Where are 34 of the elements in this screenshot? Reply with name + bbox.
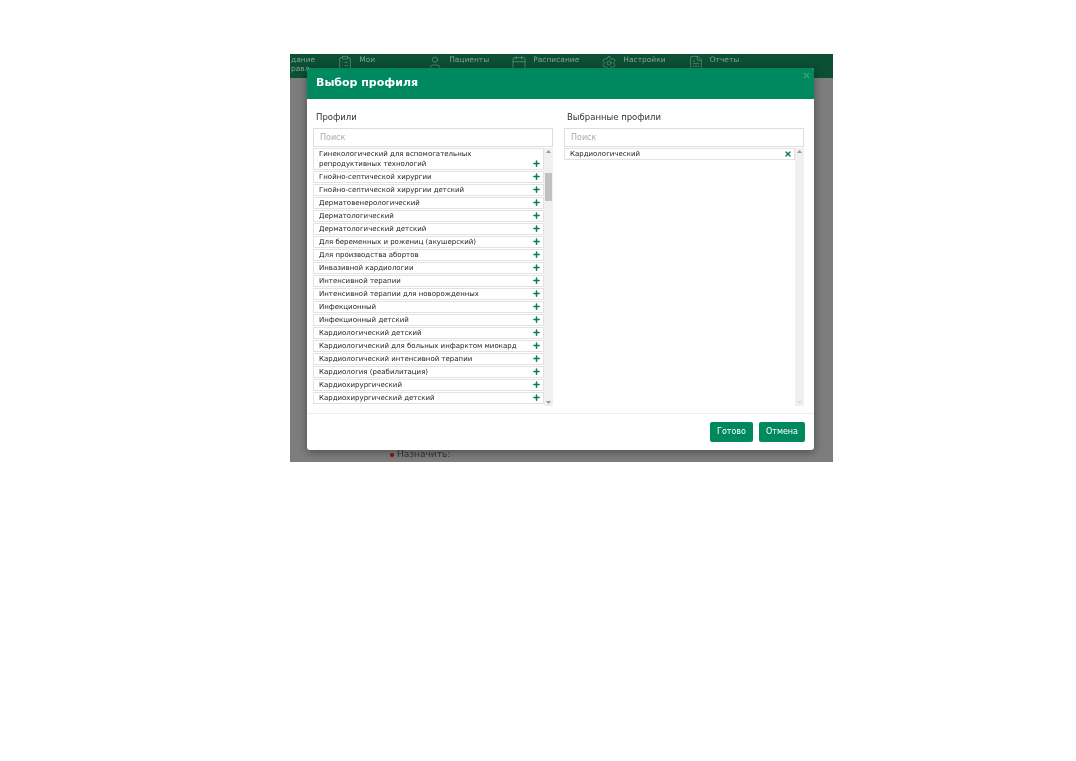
remove-icon[interactable] <box>784 149 792 158</box>
form-label: Назначить: <box>397 449 451 460</box>
scrollbar[interactable] <box>544 148 553 406</box>
search-field[interactable]: Поиск <box>564 128 804 147</box>
calendar-icon <box>511 55 528 71</box>
panel-heading: Выбранные профили <box>567 111 663 123</box>
add-icon[interactable] <box>532 393 541 402</box>
add-icon[interactable] <box>532 302 541 311</box>
scroll-thumb[interactable] <box>545 173 552 201</box>
add-icon[interactable] <box>532 237 541 246</box>
add-icon[interactable] <box>532 185 541 194</box>
add-icon[interactable] <box>532 328 541 337</box>
add-icon[interactable] <box>532 159 541 168</box>
add-icon[interactable] <box>532 289 541 298</box>
add-icon[interactable] <box>532 172 541 181</box>
dialog-title: Выбор профиля <box>316 75 419 92</box>
search-field[interactable]: Поиск <box>313 128 553 147</box>
clipboard-icon <box>337 55 354 71</box>
add-icon[interactable] <box>532 354 541 363</box>
document-icon <box>687 55 704 71</box>
add-icon[interactable] <box>532 198 541 207</box>
add-icon[interactable] <box>532 224 541 233</box>
gear-icon <box>601 55 618 71</box>
add-icon[interactable] <box>532 367 541 376</box>
dialog-button[interactable]: Готово <box>710 422 753 442</box>
add-icon[interactable] <box>532 315 541 324</box>
panel-heading: Профили <box>316 111 358 123</box>
add-icon[interactable] <box>532 250 541 259</box>
add-icon[interactable] <box>532 211 541 220</box>
add-icon[interactable] <box>532 380 541 389</box>
add-icon[interactable] <box>532 276 541 285</box>
add-icon[interactable] <box>532 263 541 272</box>
dialog-button[interactable]: Отмена <box>758 422 805 442</box>
add-icon[interactable] <box>532 341 541 350</box>
